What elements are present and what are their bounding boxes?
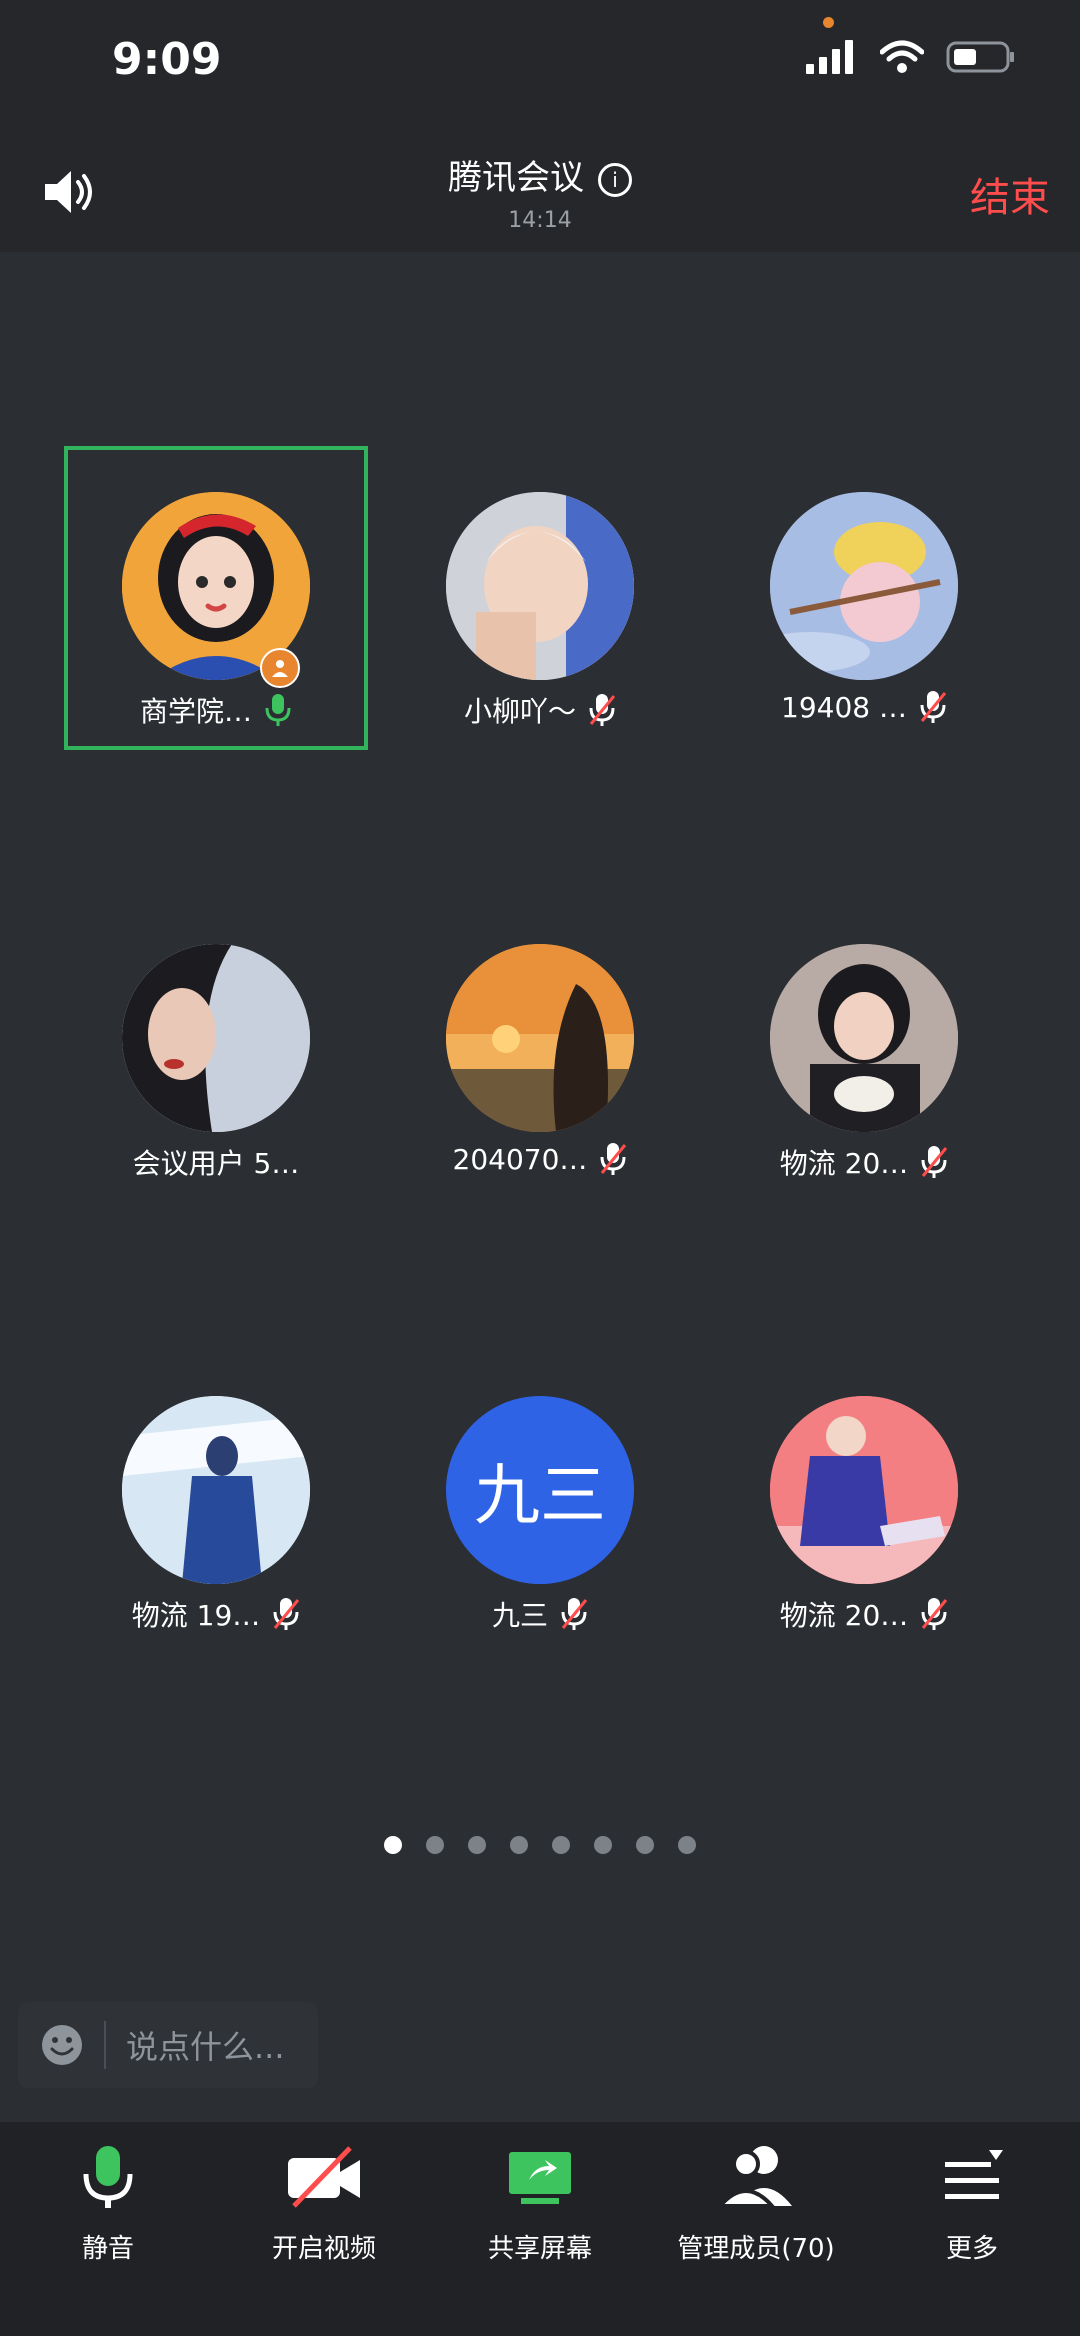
participant-name: 九三 xyxy=(491,1599,548,1632)
participant-name-row: 九三 xyxy=(390,1594,690,1634)
meeting-title[interactable]: 腾讯会议 i xyxy=(0,150,1080,199)
avatar xyxy=(122,944,310,1132)
page-dot[interactable] xyxy=(384,1836,402,1854)
meeting-duration: 14:14 xyxy=(508,208,572,233)
more-label: 更多 xyxy=(945,2234,998,2264)
participant-name: 小柳吖～ xyxy=(463,695,576,728)
host-badge-icon xyxy=(260,648,300,688)
signal-icon xyxy=(806,40,853,74)
avatar-photo xyxy=(122,944,310,1132)
participant-name-row: 会议用户 5… xyxy=(66,1142,366,1182)
page-dot[interactable] xyxy=(594,1836,612,1854)
members-icon xyxy=(715,2146,792,2208)
mic-muted-icon xyxy=(920,691,947,723)
mic-muted-icon xyxy=(921,1146,948,1178)
participant-tile[interactable]: 204070… xyxy=(390,900,690,1200)
page-dot[interactable] xyxy=(552,1836,570,1854)
participant-name: 物流 20… xyxy=(779,1599,909,1632)
participant-name-row: 小柳吖～ xyxy=(390,690,690,730)
chat-divider xyxy=(104,2021,106,2069)
avatar-photo xyxy=(122,1396,310,1584)
mute-label: 静音 xyxy=(81,2234,134,2264)
end-meeting-button[interactable]: 结束 xyxy=(970,165,1050,223)
page-dot[interactable] xyxy=(636,1836,654,1854)
avatar xyxy=(770,1396,958,1584)
more-menu-icon xyxy=(945,2150,1003,2199)
participant-name: 19408 … xyxy=(781,690,907,724)
participant-name-row: 物流 20… xyxy=(714,1594,1014,1634)
mic-muted-icon xyxy=(589,694,616,726)
video-off-icon xyxy=(288,2146,360,2208)
participant-tile[interactable]: 商学院… xyxy=(64,446,368,750)
avatar xyxy=(446,492,634,680)
avatar-text: 九三 xyxy=(474,1457,606,1534)
participant-tile[interactable]: 19408 … xyxy=(714,448,1014,748)
participant-name-row: 204070… xyxy=(390,1142,690,1176)
manage-members-button[interactable]: 管理成员(70) xyxy=(648,2142,864,2265)
share-screen-button[interactable]: 共享屏幕 xyxy=(432,2142,648,2265)
avatar-illustration xyxy=(770,1396,958,1584)
avatar xyxy=(122,1396,310,1584)
info-icon[interactable]: i xyxy=(598,162,632,197)
participant-name: 204070… xyxy=(452,1142,588,1176)
start-video-button[interactable]: 开启视频 xyxy=(216,2142,432,2265)
share-label: 共享屏幕 xyxy=(487,2234,592,2264)
chat-placeholder[interactable]: 说点什么... xyxy=(126,2022,285,2068)
mic-muted-icon xyxy=(921,1598,948,1630)
top-bar: 9:09 腾讯会议 i 14:14 结束 xyxy=(0,0,1080,252)
avatar xyxy=(770,944,958,1132)
page-dot[interactable] xyxy=(678,1836,696,1854)
more-button[interactable]: 更多 xyxy=(864,2142,1080,2265)
members-label: 管理成员(70) xyxy=(677,2234,835,2264)
avatar-illustration xyxy=(770,492,958,680)
participant-name: 商学院… xyxy=(139,695,252,728)
mic-muted-icon xyxy=(561,1598,588,1630)
participant-tile[interactable]: 物流 20… xyxy=(714,1352,1014,1652)
participant-name-row: 物流 20… xyxy=(714,1142,1014,1182)
participant-tile[interactable]: 物流 20… xyxy=(714,900,1014,1200)
status-icons xyxy=(806,40,1016,74)
participant-name-row: 19408 … xyxy=(714,690,1014,724)
participant-tile[interactable]: 物流 19… xyxy=(66,1352,366,1652)
avatar-photo xyxy=(446,492,634,680)
mic-muted-icon xyxy=(600,1143,627,1175)
bottom-toolbar: 静音 开启视频 共享屏幕 管理成员(70) 更多 xyxy=(0,2122,1080,2336)
participant-tile[interactable]: 九三 九三 xyxy=(390,1352,690,1652)
share-screen-icon xyxy=(509,2152,571,2204)
avatar-photo xyxy=(770,944,958,1132)
mic-muted-icon xyxy=(273,1598,300,1630)
status-time: 9:09 xyxy=(112,34,222,85)
avatar: 九三 xyxy=(446,1396,634,1584)
participant-name: 物流 20… xyxy=(779,1147,909,1180)
emoji-icon[interactable] xyxy=(40,2023,84,2067)
page-dot[interactable] xyxy=(426,1836,444,1854)
mic-on-icon xyxy=(265,694,291,726)
participant-tile[interactable]: 小柳吖～ xyxy=(390,448,690,748)
avatar-photo xyxy=(446,944,634,1132)
page-dot[interactable] xyxy=(468,1836,486,1854)
participant-name-row: 物流 19… xyxy=(66,1594,366,1634)
participant-name: 会议用户 5… xyxy=(132,1147,300,1180)
avatar xyxy=(770,492,958,680)
pagination-dots xyxy=(0,1836,1080,1854)
microphone-icon xyxy=(83,2146,133,2208)
meeting-title-text: 腾讯会议 xyxy=(448,158,584,198)
wifi-icon xyxy=(880,40,924,73)
chat-input-bar[interactable]: 说点什么... xyxy=(18,2002,318,2088)
participant-name: 物流 19… xyxy=(131,1599,261,1632)
battery-icon xyxy=(946,41,1014,73)
page-dot[interactable] xyxy=(510,1836,528,1854)
participant-name-row: 商学院… xyxy=(66,690,366,730)
privacy-indicator-dot xyxy=(823,17,834,28)
avatar xyxy=(446,944,634,1132)
participant-tile[interactable]: 会议用户 5… xyxy=(66,900,366,1200)
mute-button[interactable]: 静音 xyxy=(0,2142,216,2265)
video-label: 开启视频 xyxy=(271,2234,376,2264)
